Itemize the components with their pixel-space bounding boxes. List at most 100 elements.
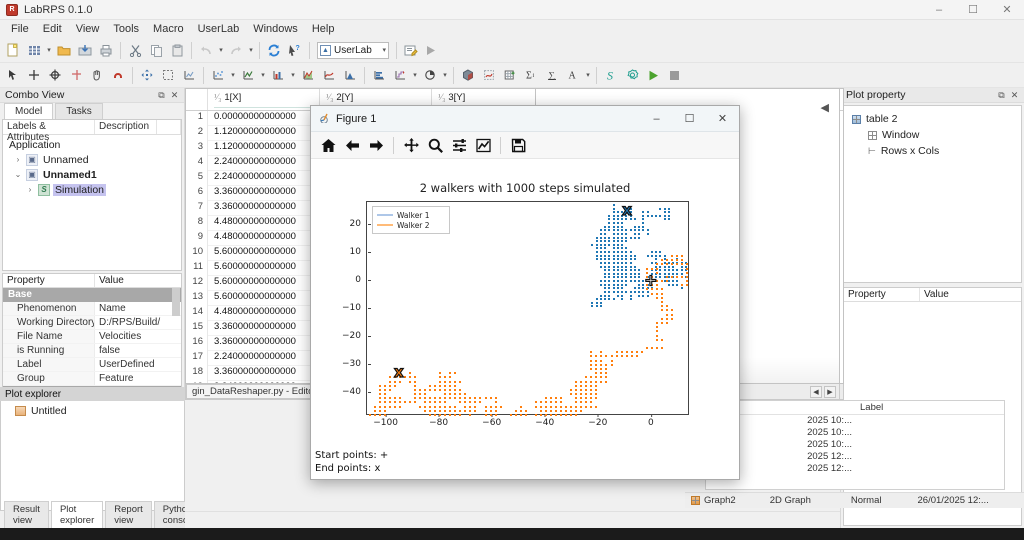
column-header-1x[interactable]: ¹⁄₃ 1[X] xyxy=(208,89,320,110)
table-cell[interactable]: 4.48000000000000 xyxy=(208,306,320,321)
bar-plot-icon[interactable] xyxy=(268,65,288,86)
column-labels-attributes[interactable]: Labels & Attributes xyxy=(3,120,95,134)
workbench-selector[interactable]: ▲ UserLab ▾ xyxy=(317,42,389,59)
float-panel-icon[interactable]: ⧉ xyxy=(995,90,1008,101)
background-list-row[interactable]: 2025 10:... xyxy=(706,427,1004,439)
forward-arrow-icon[interactable] xyxy=(365,134,387,156)
maximize-button[interactable]: ☐ xyxy=(956,0,990,19)
integrate-icon[interactable]: ∑ xyxy=(542,65,562,86)
table-cell[interactable]: 4.48000000000000 xyxy=(208,231,320,246)
redo-dropdown-icon[interactable]: ▾ xyxy=(247,40,255,61)
tree-item-application[interactable]: Application xyxy=(7,137,181,152)
undo-dropdown-icon[interactable]: ▾ xyxy=(217,40,225,61)
scatter-dropdown-icon[interactable]: ▾ xyxy=(229,65,237,86)
tab-result-view[interactable]: Result view xyxy=(4,501,49,528)
property-value[interactable]: D:/RPS/Build/ xyxy=(95,316,181,329)
stop-icon[interactable] xyxy=(664,65,684,86)
paste-icon[interactable] xyxy=(167,40,187,61)
sum-icon[interactable]: Σi xyxy=(521,65,541,86)
menu-file[interactable]: File xyxy=(4,21,36,37)
table-cell[interactable]: 5.60000000000000 xyxy=(208,276,320,291)
cut-scissors-icon[interactable] xyxy=(125,40,145,61)
bar-dropdown-icon[interactable]: ▾ xyxy=(289,65,297,86)
background-list-row[interactable]: 2025 12:... xyxy=(706,451,1004,463)
simulation-icon[interactable]: S xyxy=(601,65,621,86)
whats-this-icon[interactable]: ? xyxy=(285,40,305,61)
print-icon[interactable] xyxy=(96,40,116,61)
matrix-icon[interactable] xyxy=(500,65,520,86)
step-plot-icon[interactable] xyxy=(390,65,410,86)
property-group-base[interactable]: Base xyxy=(3,288,181,302)
settings-gear-icon[interactable] xyxy=(622,65,642,86)
menu-userlab[interactable]: UserLab xyxy=(191,21,247,37)
figure-canvas[interactable]: 2 walkers with 1000 steps simulated Walk… xyxy=(311,159,739,479)
table-cell[interactable]: 5.60000000000000 xyxy=(208,261,320,276)
crosshair-icon[interactable] xyxy=(24,65,44,86)
menu-tools[interactable]: Tools xyxy=(106,21,146,37)
table-cell[interactable]: 1.12000000000000 xyxy=(208,141,320,156)
property-scrollbar[interactable] xyxy=(172,288,180,316)
line-dropdown-icon[interactable]: ▾ xyxy=(259,65,267,86)
table-cell[interactable]: 1.12000000000000 xyxy=(208,126,320,141)
configure-subplots-icon[interactable] xyxy=(448,134,470,156)
3d-plot-icon[interactable] xyxy=(458,65,478,86)
property-value[interactable]: Feature xyxy=(95,372,181,385)
edit-axis-curve-icon[interactable] xyxy=(472,134,494,156)
table-cell[interactable]: 2.24000000000000 xyxy=(208,156,320,171)
property-row[interactable]: Label UserDefined xyxy=(3,358,181,372)
target-icon[interactable] xyxy=(45,65,65,86)
property-column-header[interactable]: Property xyxy=(844,288,920,301)
stacked-bar-icon[interactable] xyxy=(369,65,389,86)
tab-tasks[interactable]: Tasks xyxy=(55,103,103,119)
redo-icon[interactable] xyxy=(226,40,246,61)
tab-plot-explorer[interactable]: Plot explorer xyxy=(51,501,103,528)
table-cell[interactable]: 0.00000000000000 xyxy=(208,111,320,126)
background-list-row[interactable]: 2025 10:... xyxy=(706,415,1004,427)
plot-tree-item-window[interactable]: Window xyxy=(852,127,1021,143)
value-column-header[interactable]: Value xyxy=(920,288,1021,301)
float-panel-icon[interactable]: ⧉ xyxy=(155,90,168,101)
tab-report-view[interactable]: Report view xyxy=(105,501,152,528)
move-icon[interactable] xyxy=(137,65,157,86)
table-cell[interactable]: 3.36000000000000 xyxy=(208,201,320,216)
tree-item-unnamed1[interactable]: ⌄ ▣ Unnamed1 xyxy=(7,167,181,182)
property-value[interactable]: Name xyxy=(95,302,181,315)
table-cell[interactable]: 4.48000000000000 xyxy=(208,216,320,231)
figure-maximize-button[interactable]: ☐ xyxy=(673,106,706,132)
new-spreadsheet-icon[interactable] xyxy=(24,40,44,61)
execute-macro-icon[interactable] xyxy=(422,40,442,61)
zoom-magnifier-icon[interactable] xyxy=(424,134,446,156)
table-cell[interactable]: 2.24000000000000 xyxy=(208,381,320,383)
open-folder-icon[interactable] xyxy=(54,40,74,61)
figure-close-button[interactable]: ✕ xyxy=(706,106,739,132)
surface-plot-icon[interactable] xyxy=(479,65,499,86)
plot-axes[interactable]: Walker 1 Walker 2 −100−80−60−40−20020100… xyxy=(366,201,689,415)
area-plot-icon[interactable] xyxy=(298,65,318,86)
tab-model[interactable]: Model xyxy=(4,103,53,119)
tree-item-unnamed[interactable]: › ▣ Unnamed xyxy=(7,152,181,167)
table-cell[interactable]: 3.36000000000000 xyxy=(208,336,320,351)
back-arrow-icon[interactable] xyxy=(341,134,363,156)
line-plot-icon[interactable] xyxy=(238,65,258,86)
property-row[interactable]: is Running false xyxy=(3,344,181,358)
rescale-icon[interactable] xyxy=(179,65,199,86)
select-region-icon[interactable] xyxy=(158,65,178,86)
save-icon[interactable] xyxy=(75,40,95,61)
pan-hand-icon[interactable] xyxy=(87,65,107,86)
table-cell[interactable]: 3.36000000000000 xyxy=(208,321,320,336)
close-button[interactable]: ✕ xyxy=(990,0,1024,19)
chevron-right-icon[interactable]: › xyxy=(13,155,23,164)
pointer-icon[interactable] xyxy=(3,65,23,86)
table-cell[interactable]: 5.60000000000000 xyxy=(208,246,320,261)
property-row[interactable]: Working Directory ... D:/RPS/Build/ xyxy=(3,316,181,330)
property-value[interactable]: false xyxy=(95,344,181,357)
plot-tree-item-rows-cols[interactable]: ⊢ Rows x Cols xyxy=(852,143,1021,159)
chevron-down-icon[interactable]: ⌄ xyxy=(13,170,23,179)
property-column-header[interactable]: Property xyxy=(3,274,95,287)
pie-chart-icon[interactable] xyxy=(420,65,440,86)
close-panel-icon[interactable]: ✕ xyxy=(1008,90,1021,101)
property-row[interactable]: File Name Velocities xyxy=(3,330,181,344)
text-dropdown-icon[interactable]: ▾ xyxy=(584,65,592,86)
macro-editor-icon[interactable] xyxy=(401,40,421,61)
menu-view[interactable]: View xyxy=(69,21,107,37)
